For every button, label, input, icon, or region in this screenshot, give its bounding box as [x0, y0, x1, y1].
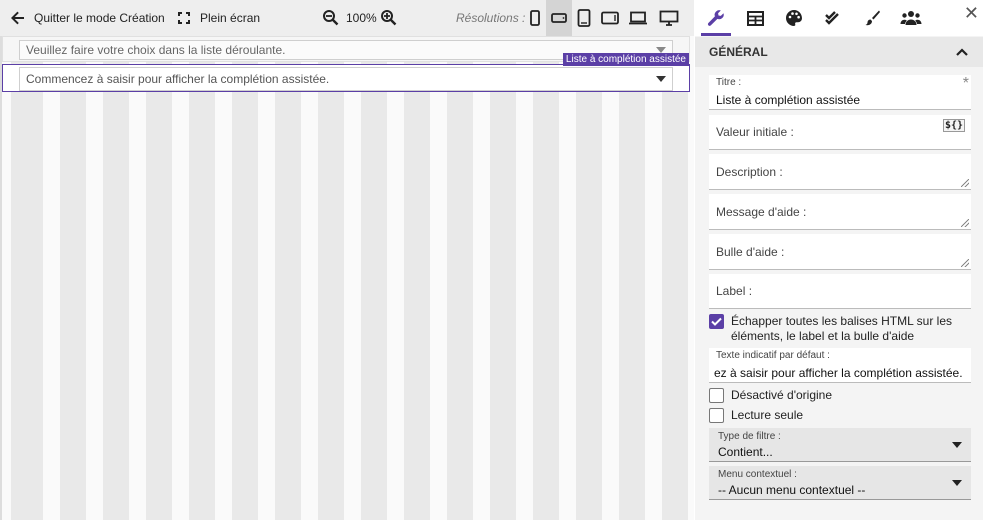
help-message-field[interactable]: Message d'aide :: [709, 194, 971, 230]
tooltip-label: Bulle d'aide :: [716, 244, 785, 259]
disabled-label: Désactivé d'origine: [731, 388, 833, 402]
fullscreen-label: Plein écran: [200, 11, 261, 25]
filter-type-label: Type de filtre :: [718, 431, 781, 442]
resolution-phone-landscape-button[interactable]: [546, 0, 572, 36]
tab-style[interactable]: [775, 0, 813, 36]
label-label: Label :: [716, 284, 753, 298]
escape-html-checkbox[interactable]: [709, 314, 724, 329]
context-menu-label: Menu contextuel :: [718, 469, 797, 480]
fullscreen-icon: [178, 12, 190, 24]
tab-general[interactable]: [697, 0, 735, 36]
form-designer-area: Quitter le mode Création Plein écran 100…: [0, 0, 694, 520]
escape-html-option[interactable]: Échapper toutes les balises HTML sur les…: [709, 314, 971, 344]
help-message-label: Message d'aide :: [716, 204, 807, 219]
palette-icon: [786, 10, 802, 26]
laptop-icon: [629, 11, 647, 25]
zoom-out-icon: [323, 10, 339, 26]
tablet-landscape-icon: [601, 11, 619, 25]
close-panel-icon[interactable]: ✕: [964, 4, 979, 22]
tab-appearance[interactable]: [853, 0, 891, 36]
filter-type-select[interactable]: Type de filtre : Contient...: [709, 428, 971, 462]
properties-tabs: ✕: [695, 0, 983, 36]
resolutions-label: Résolutions :: [456, 11, 526, 25]
resize-handle-icon[interactable]: [961, 179, 969, 187]
autocomplete-field[interactable]: Commencez à saisir pour afficher la comp…: [19, 67, 673, 91]
title-label: Titre :: [716, 77, 742, 88]
check-icon: [711, 317, 722, 326]
zoom-out-button[interactable]: [322, 0, 340, 36]
designer-toolbar: Quitter le mode Création Plein écran 100…: [0, 0, 694, 36]
description-field[interactable]: Description :: [709, 154, 971, 190]
title-value: Liste à complétion assistée: [716, 93, 861, 107]
readonly-checkbox[interactable]: [709, 408, 724, 423]
title-field[interactable]: Titre : * Liste à complétion assistée: [709, 75, 971, 110]
desktop-icon: [659, 10, 679, 26]
canvas-edge: [0, 36, 2, 520]
table-icon: [746, 10, 764, 26]
placeholder-label: Texte indicatif par défaut :: [716, 350, 830, 361]
autocomplete-question[interactable]: Liste à complétion assistée Commencez à …: [2, 53, 690, 92]
context-menu-select[interactable]: Menu contextuel : -- Aucun menu contextu…: [709, 466, 971, 500]
tab-permissions[interactable]: [892, 0, 930, 36]
disabled-checkbox[interactable]: [709, 388, 724, 403]
resize-handle-icon[interactable]: [961, 219, 969, 227]
resolution-desktop-button[interactable]: [656, 0, 682, 36]
brush-icon: [865, 10, 880, 26]
initial-value-field[interactable]: Valeur initiale : ${}: [709, 115, 971, 150]
tooltip-field[interactable]: Bulle d'aide :: [709, 234, 971, 270]
section-title: GÉNÉRAL: [709, 45, 768, 59]
resolution-laptop-button[interactable]: [625, 0, 651, 36]
fullscreen-button[interactable]: Plein écran: [176, 0, 260, 36]
tab-validation[interactable]: [814, 0, 852, 36]
filter-type-value: Contient...: [718, 445, 773, 459]
properties-panel: ✕ GÉNÉRAL Titre : * Liste à complétion a…: [695, 0, 983, 520]
zoom-in-button[interactable]: [380, 0, 398, 36]
question-type-badge: Liste à complétion assistée: [562, 53, 689, 66]
wrench-icon: [707, 10, 724, 26]
resolution-tablet-landscape-button[interactable]: [597, 0, 623, 36]
disabled-option[interactable]: Désactivé d'origine: [709, 388, 971, 403]
chevron-down-icon: [952, 480, 962, 486]
tablet-portrait-icon: [577, 9, 591, 27]
quit-design-mode-button[interactable]: Quitter le mode Création: [10, 0, 165, 36]
label-field[interactable]: Label :: [709, 274, 971, 309]
zoom-in-icon: [381, 10, 397, 26]
users-icon: [900, 11, 922, 25]
arrow-left-icon: [11, 11, 24, 25]
placeholder-value: ez à saisir pour afficher la complétion …: [714, 366, 963, 380]
escape-html-label: Échapper toutes les balises HTML sur les…: [731, 314, 952, 343]
resolution-phone-portrait-button[interactable]: [522, 0, 548, 36]
readonly-option[interactable]: Lecture seule: [709, 408, 971, 423]
expression-icon[interactable]: ${}: [942, 119, 965, 132]
phone-portrait-icon: [530, 10, 540, 26]
chevron-down-icon: [656, 76, 666, 82]
readonly-label: Lecture seule: [731, 408, 804, 422]
double-check-icon: [825, 11, 839, 25]
context-menu-value: -- Aucun menu contextuel --: [718, 483, 866, 497]
required-mark: *: [962, 75, 969, 92]
chevron-down-icon: [952, 442, 962, 448]
autocomplete-placeholder: Commencez à saisir pour afficher la comp…: [26, 72, 330, 86]
quit-design-mode-label: Quitter le mode Création: [34, 11, 165, 25]
design-canvas[interactable]: Veuillez faire votre choix dans la liste…: [0, 36, 694, 520]
placeholder-field[interactable]: Texte indicatif par défaut : ez à saisir…: [709, 348, 971, 383]
chevron-up-icon: [956, 48, 968, 56]
section-general-header[interactable]: GÉNÉRAL: [695, 37, 983, 67]
dropdown-placeholder: Veuillez faire votre choix dans la liste…: [26, 43, 286, 57]
initial-value-label: Valeur initiale :: [716, 125, 794, 139]
zoom-level: 100%: [346, 11, 377, 25]
resolution-tablet-portrait-button[interactable]: [571, 0, 597, 36]
tab-choices[interactable]: [736, 0, 774, 36]
description-label: Description :: [716, 164, 783, 179]
resize-handle-icon[interactable]: [961, 259, 969, 267]
phone-landscape-icon: [551, 13, 567, 23]
